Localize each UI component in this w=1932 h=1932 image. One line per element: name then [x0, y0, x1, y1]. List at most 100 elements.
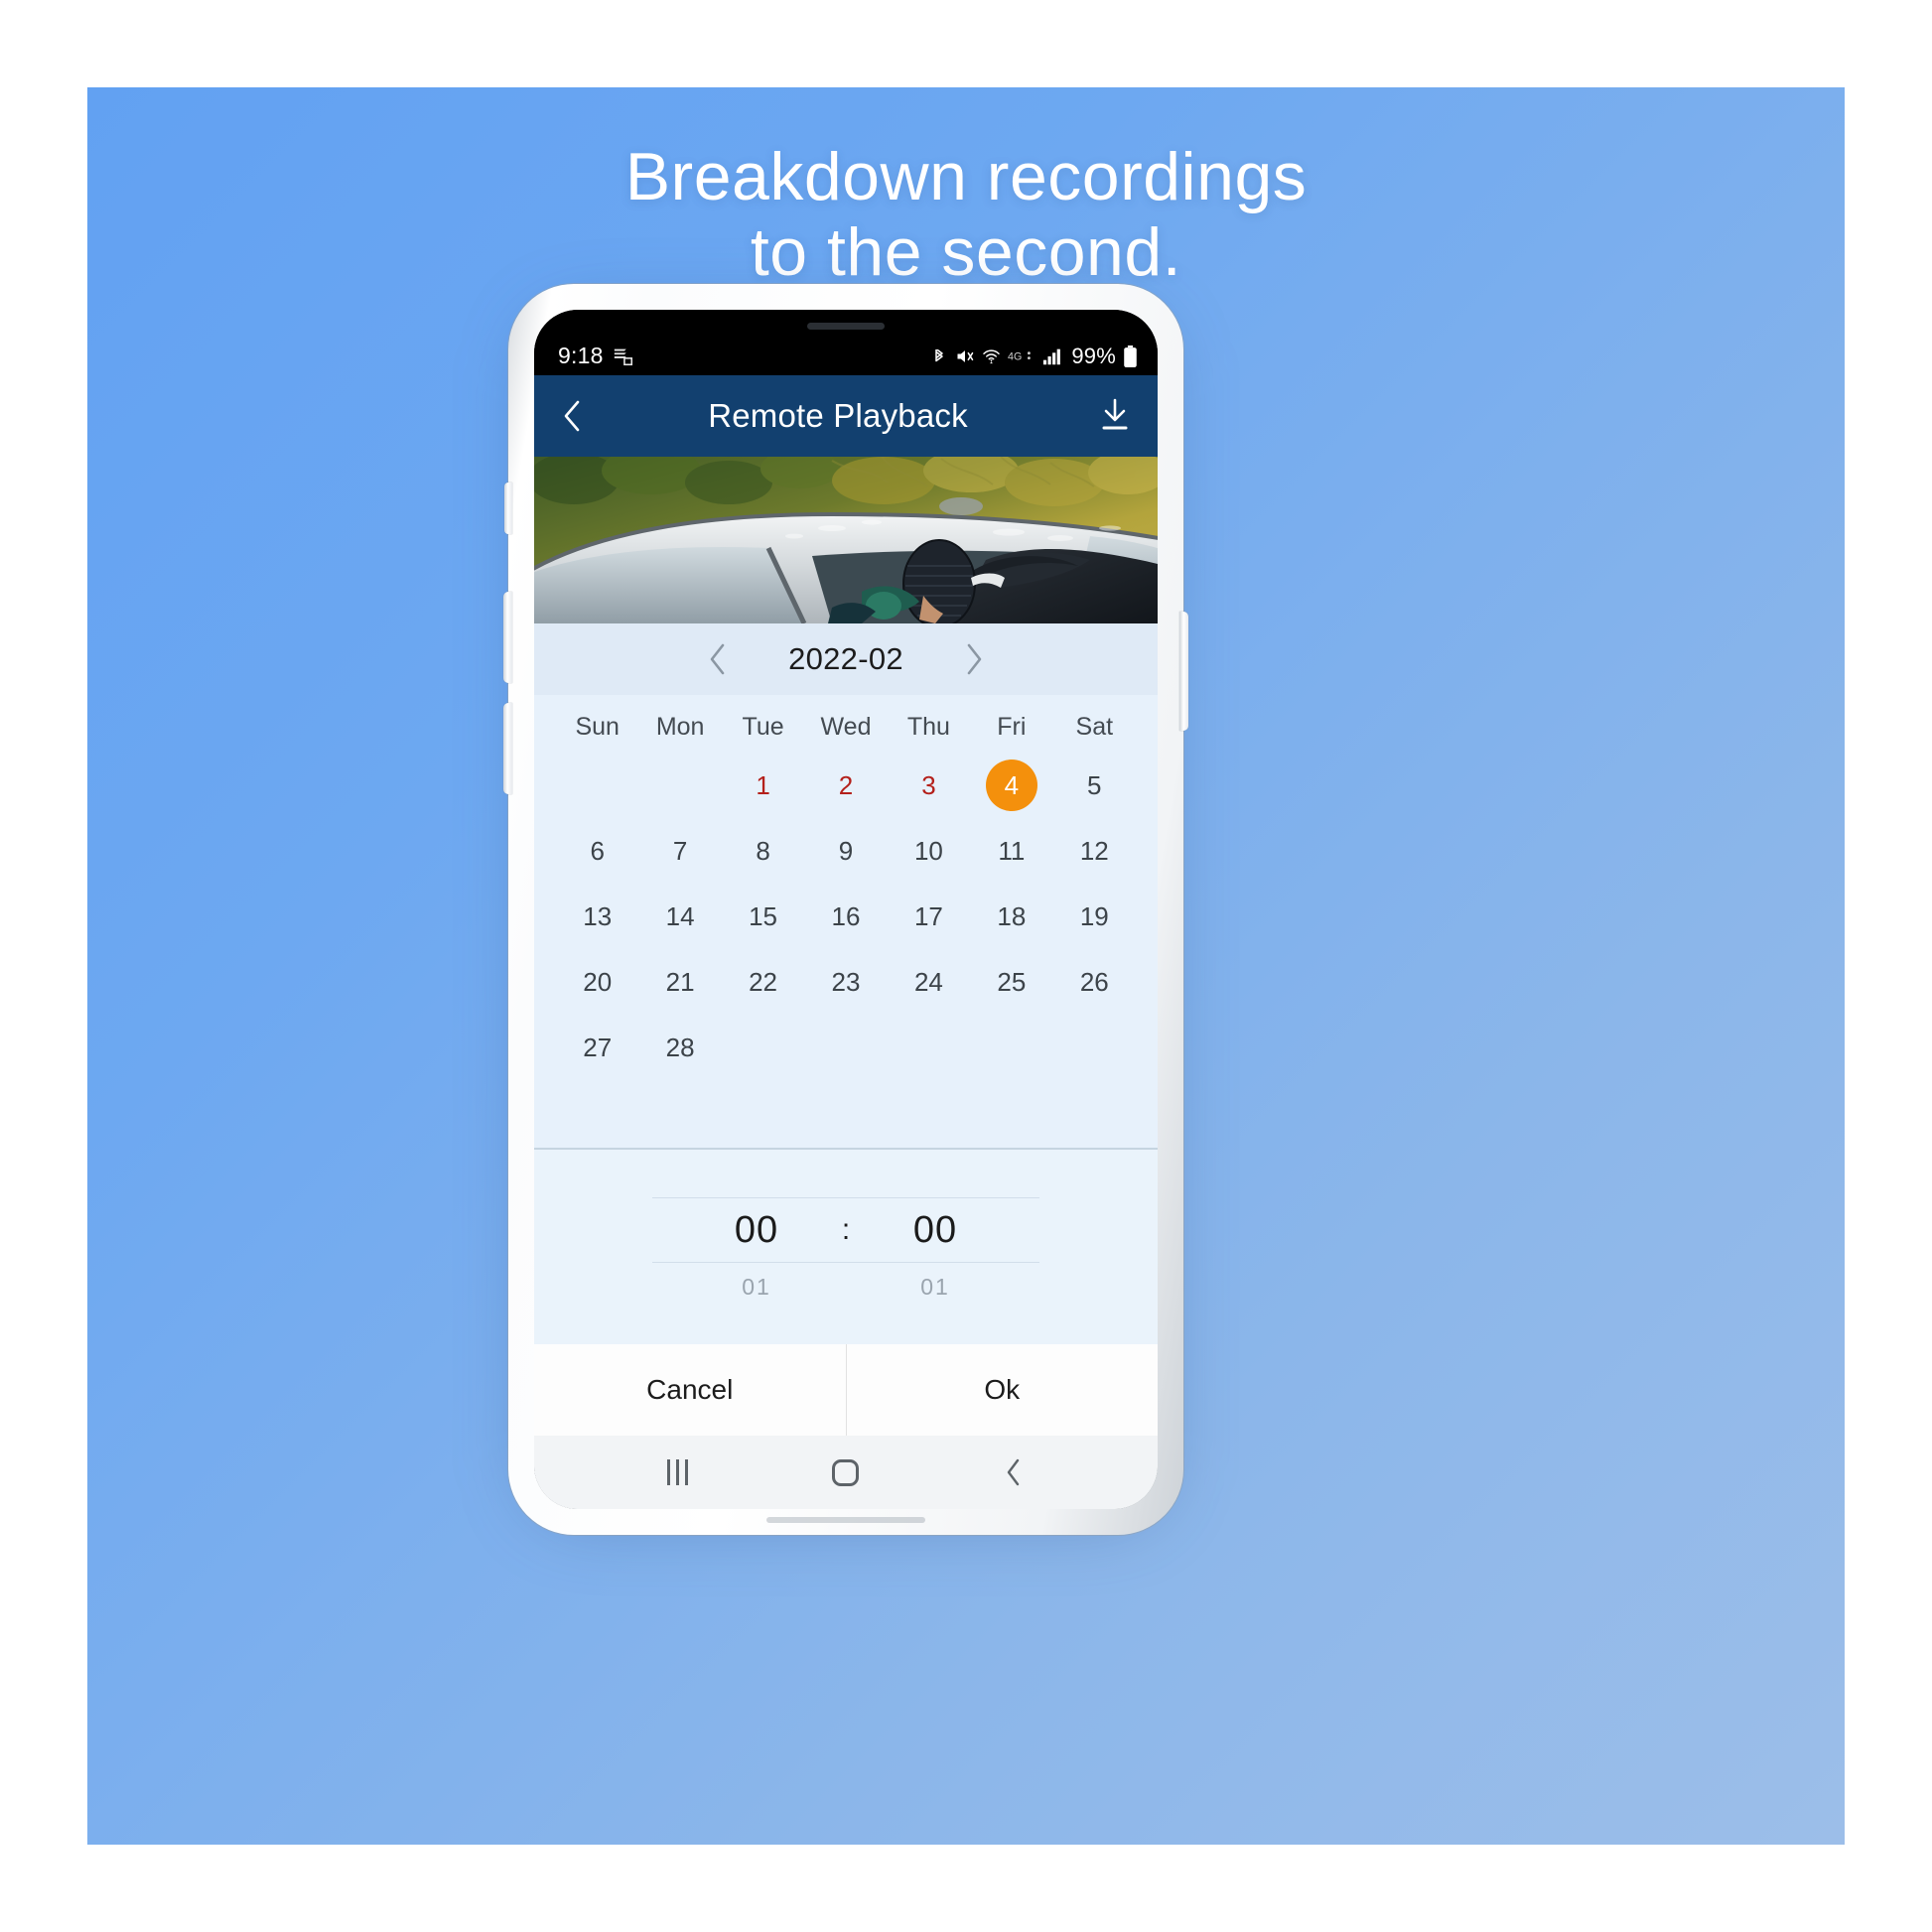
hours-next-value: 01: [742, 1273, 771, 1300]
calendar-row: 13 14 15 16 17 18 19: [556, 884, 1136, 949]
dialog-actions: Cancel Ok: [534, 1344, 1158, 1436]
calendar-bottom-spacer: [534, 1080, 1158, 1148]
stacked-cards-icon: [613, 345, 634, 367]
nav-back-button[interactable]: [979, 1447, 1048, 1498]
calendar-day-3[interactable]: 3: [888, 753, 970, 818]
calendar-day-26[interactable]: 26: [1053, 949, 1136, 1015]
home-icon: [832, 1458, 860, 1486]
status-bar-right: 4G 99%: [930, 344, 1138, 369]
selected-day-badge: 4: [985, 759, 1037, 811]
status-bar-left: 9:18: [558, 343, 634, 369]
download-button[interactable]: [1084, 397, 1132, 435]
hours-value: 00: [734, 1208, 779, 1251]
calendar-day-2[interactable]: 2: [804, 753, 887, 818]
phone-button-power[interactable]: [1179, 612, 1188, 731]
calendar-cell-empty: [638, 753, 721, 818]
weekday-tue: Tue: [742, 712, 784, 741]
download-icon: [1102, 398, 1128, 430]
next-month-button[interactable]: [957, 638, 991, 680]
time-picker-area: 00 : 00 01 01: [534, 1150, 1158, 1344]
calendar-cell-empty: [1053, 1015, 1136, 1080]
battery-full-icon: [1123, 345, 1138, 368]
ok-button[interactable]: Ok: [846, 1344, 1158, 1436]
poster-canvas: Breakdown recordings to the second. 9: 18: [87, 87, 1845, 1845]
android-nav-bar: [534, 1436, 1158, 1509]
phone-speaker-slit: [766, 1517, 925, 1523]
calendar-day-16[interactable]: 16: [804, 884, 887, 949]
weekday-mon: Mon: [655, 712, 705, 741]
calendar-day-12[interactable]: 12: [1053, 818, 1136, 884]
app-bar-title: Remote Playback: [708, 397, 968, 434]
network-type-label: 4G: [1008, 347, 1035, 365]
calendar-day-5[interactable]: 5: [1053, 753, 1136, 818]
calendar-day-11[interactable]: 11: [970, 818, 1052, 884]
calendar-day-20[interactable]: 20: [556, 949, 638, 1015]
phone-button-assistant[interactable]: [504, 483, 512, 534]
calendar-day-8[interactable]: 8: [722, 818, 804, 884]
chevron-left-icon: [564, 400, 580, 432]
signal-bars-icon: [1042, 346, 1064, 366]
calendar-day-24[interactable]: 24: [888, 949, 970, 1015]
home-button[interactable]: [811, 1447, 881, 1498]
time-picker: 00 : 00 01 01: [652, 1183, 1039, 1311]
calendar-day-14[interactable]: 14: [638, 884, 721, 949]
hours-wheel[interactable]: 00: [682, 1209, 831, 1252]
mute-vibrate-icon: [955, 346, 975, 366]
chevron-right-icon: [967, 643, 982, 675]
phone-mockup: 9: 18 4G 99% Remote Playback 2022-02 Sun …: [503, 284, 1188, 1535]
cancel-button[interactable]: Cancel: [534, 1344, 846, 1436]
time-picker-current-row: 00 : 00: [652, 1198, 1039, 1262]
calendar-day-4[interactable]: 4: [970, 753, 1052, 818]
prev-month-button[interactable]: [701, 638, 735, 680]
weekday-sat: Sat: [1075, 712, 1114, 741]
video-preview[interactable]: [534, 457, 1158, 623]
earpiece-speaker: [807, 323, 885, 330]
calendar-row: 6 7 8 9 10 11 12: [556, 818, 1136, 884]
wifi-icon: [982, 346, 1001, 366]
headline-line-1: Breakdown recordings: [624, 139, 1308, 214]
calendar-day-10[interactable]: 10: [888, 818, 970, 884]
phone-screen: 9: 18 4G 99% Remote Playback 2022-02 Sun …: [534, 310, 1158, 1509]
phone-button-volume-up[interactable]: [503, 592, 512, 683]
page-title: Breakdown recordings to the second.: [87, 139, 1845, 290]
weekday-sun: Sun: [575, 712, 620, 741]
calendar-day-19[interactable]: 19: [1053, 884, 1136, 949]
calendar-grid: 1 2 3 4 5 6 7 8 9 10 11 12 13 14 15 16 17 18 19 20 21 22 23 24 2…: [556, 753, 1136, 1080]
calendar-day-13[interactable]: 13: [556, 884, 638, 949]
weekday-fri: Fri: [997, 712, 1027, 741]
back-button[interactable]: [560, 396, 602, 436]
month-selector: 2022-02: [534, 623, 1158, 695]
weekday-thu: Thu: [906, 712, 950, 741]
recents-button[interactable]: [643, 1447, 713, 1498]
time-separator: :: [841, 1213, 851, 1246]
calendar-day-25[interactable]: 25: [970, 949, 1052, 1015]
minutes-value: 00: [912, 1208, 958, 1251]
minutes-next-value: 01: [920, 1273, 950, 1300]
calendar-cell-empty: [970, 1015, 1052, 1080]
calendar-day-7[interactable]: 7: [638, 818, 721, 884]
app-bar: Remote Playback: [534, 375, 1158, 457]
video-preview-image: [534, 457, 1158, 623]
calendar-cell-empty: [888, 1015, 970, 1080]
phone-button-volume-down[interactable]: [503, 703, 512, 794]
month-label: 2022-02: [788, 641, 903, 676]
calendar-day-6[interactable]: 6: [556, 818, 638, 884]
calendar-cell-empty: [722, 1015, 804, 1080]
calendar-day-23[interactable]: 23: [804, 949, 887, 1015]
calendar-cell-empty: [556, 753, 638, 818]
time-picker-next-row: 01 01: [652, 1263, 1039, 1311]
calendar-day-28[interactable]: 28: [638, 1015, 721, 1080]
datetime-picker-panel: 2022-02 Sun Mon Tue Wed Thu Fri Sat 1 2 …: [534, 623, 1158, 1509]
calendar-day-17[interactable]: 17: [888, 884, 970, 949]
weekday-wed: Wed: [820, 712, 872, 741]
minutes-wheel[interactable]: 00: [861, 1209, 1010, 1252]
battery-percent-label: 99%: [1071, 344, 1116, 368]
calendar-day-1[interactable]: 1: [722, 753, 804, 818]
calendar-day-27[interactable]: 27: [556, 1015, 638, 1080]
calendar-day-22[interactable]: 22: [722, 949, 804, 1015]
calendar-day-15[interactable]: 15: [722, 884, 804, 949]
svg-text:4G: 4G: [1008, 350, 1022, 362]
calendar-day-21[interactable]: 21: [638, 949, 721, 1015]
calendar-day-18[interactable]: 18: [970, 884, 1052, 949]
calendar-day-9[interactable]: 9: [804, 818, 887, 884]
